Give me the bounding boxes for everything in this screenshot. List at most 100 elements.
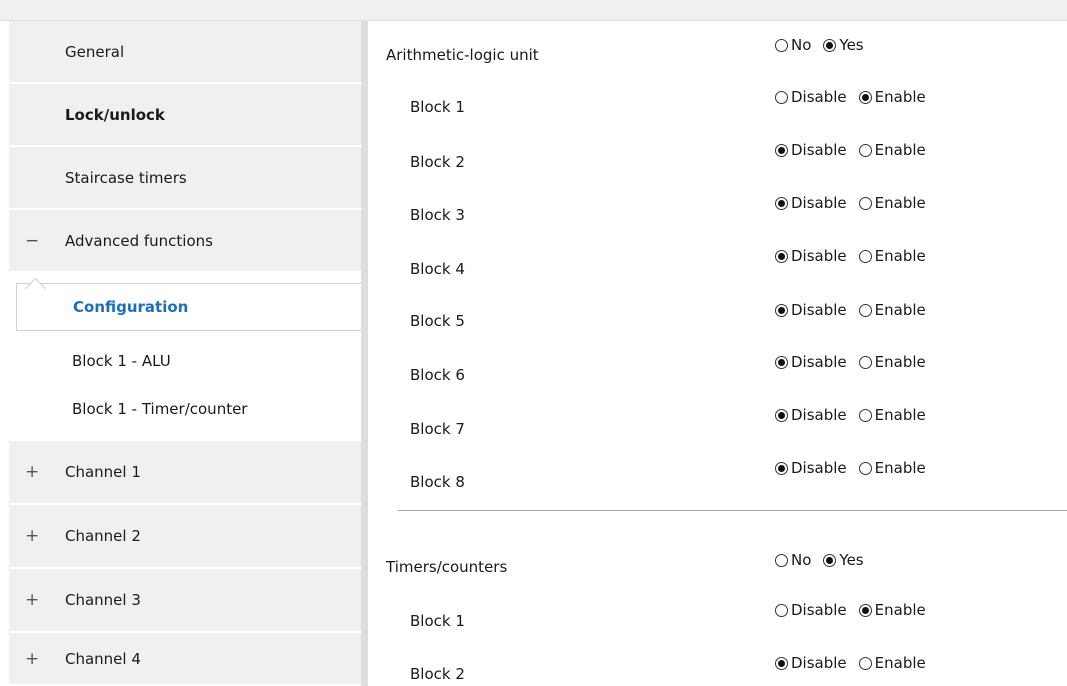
radio-option[interactable]: Disable [775,601,847,619]
radio-option[interactable]: Disable [775,247,847,265]
sidebar-subitem-label: Block 1 - Timer/counter [72,400,248,418]
radio-checked-icon[interactable] [775,303,788,317]
radio-unchecked-icon[interactable] [858,461,872,475]
radio-option[interactable]: Enable [858,247,926,265]
radio-option-label: Enable [874,88,926,106]
param-label: Block 7 [410,420,465,438]
radio-unchecked-icon[interactable] [775,90,788,104]
sidebar-item-lock-unlock[interactable]: Lock/unlock [9,84,361,147]
sidebar-item-label: Channel 4 [65,649,141,668]
radio-option[interactable]: Disable [775,141,847,159]
radio-option[interactable]: Enable [858,601,926,619]
radio-unchecked-icon[interactable] [858,408,872,422]
radio-option[interactable]: Disable [775,406,847,424]
radio-checked-icon[interactable] [775,355,788,369]
radio-checked-icon[interactable] [775,196,788,210]
section-divider [398,510,1067,511]
radio-option[interactable]: Enable [858,654,926,672]
sidebar-scrollbar[interactable] [361,21,368,686]
parameter-panel: Arithmetic-logic unit No Yes Block 1 Disable… [368,21,1067,686]
radio-option-label: Disable [791,353,847,371]
expand-icon[interactable]: + [25,649,39,669]
radio-option[interactable]: Enable [858,141,926,159]
radio-group: Disable Enable [775,194,926,212]
radio-option[interactable]: Disable [775,654,847,672]
collapse-icon[interactable]: − [25,231,39,251]
radio-checked-icon[interactable] [858,90,872,104]
radio-unchecked-icon[interactable] [858,249,872,263]
radio-checked-icon[interactable] [858,603,872,617]
radio-option[interactable]: Enable [858,406,926,424]
radio-unchecked-icon[interactable] [775,553,788,567]
radio-option-label: Disable [791,601,847,619]
radio-option-label: Enable [874,601,926,619]
sidebar-item-general[interactable]: General [9,21,361,84]
sidebar-item-channel-2[interactable]: + Channel 2 [9,505,361,569]
radio-option-label: Disable [791,654,847,672]
radio-checked-icon[interactable] [823,553,837,567]
sidebar-subitem-block1-timer-counter[interactable]: Block 1 - Timer/counter [16,385,368,433]
radio-group: Disable Enable [775,141,926,159]
sidebar-subitem-configuration[interactable]: Configuration [16,283,368,331]
param-label: Block 6 [410,366,465,384]
radio-option-label: No [791,551,812,569]
radio-option[interactable]: Disable [775,353,847,371]
radio-unchecked-icon[interactable] [858,196,872,210]
expand-icon[interactable]: + [25,526,39,546]
radio-group: Disable Enable [775,247,926,265]
top-bar [0,0,1067,21]
radio-option[interactable]: Enable [858,194,926,212]
timer-block-2-row: Block 2 Disable Enable [368,21,1067,683]
expand-icon[interactable]: + [25,590,39,610]
radio-option-label: Disable [791,301,847,319]
radio-unchecked-icon[interactable] [858,303,872,317]
sidebar-item-advanced-functions[interactable]: − Advanced functions [9,210,361,273]
radio-option[interactable]: Disable [775,301,847,319]
sidebar-item-label: Staircase timers [65,168,187,187]
radio-option[interactable]: Yes [823,551,864,569]
radio-option[interactable]: Disable [775,88,847,106]
radio-option[interactable]: No [775,551,811,569]
radio-option-label: Enable [874,301,926,319]
radio-option-label: Disable [791,88,847,106]
sidebar-item-channel-3[interactable]: + Channel 3 [9,569,361,633]
param-label: Block 1 [410,612,465,630]
radio-checked-icon[interactable] [775,461,788,475]
sidebar-item-channel-1[interactable]: + Channel 1 [9,441,361,505]
sidebar-item-label: General [65,42,125,61]
sidebar-subitem-label: Block 1 - ALU [72,352,171,370]
radio-option-label: Yes [839,551,864,569]
radio-option[interactable]: Enable [858,301,926,319]
radio-option[interactable]: Enable [858,353,926,371]
radio-checked-icon[interactable] [775,656,788,670]
param-label: Block 5 [410,312,465,330]
sidebar-item-label: Advanced functions [65,231,213,250]
radio-group: Disable Enable [775,654,926,672]
sidebar-subitem-block1-alu[interactable]: Block 1 - ALU [16,337,368,385]
sidebar-item-channel-4[interactable]: + Channel 4 [9,633,361,686]
radio-option-label: Enable [874,406,926,424]
param-label: Block 1 [410,98,465,116]
radio-unchecked-icon[interactable] [858,143,872,157]
radio-group: Disable Enable [775,301,926,319]
radio-group: Disable Enable [775,601,926,619]
sidebar-item-label: Channel 2 [65,527,141,545]
radio-unchecked-icon[interactable] [858,355,872,369]
radio-group: Disable Enable [775,406,926,424]
param-label: Block 3 [410,206,465,224]
radio-option[interactable]: Enable [858,459,926,477]
param-label: Block 4 [410,260,465,278]
sidebar-item-staircase-timers[interactable]: Staircase timers [9,147,361,210]
radio-option-label: Enable [874,654,926,672]
sidebar-subitem-label: Configuration [73,298,189,316]
radio-unchecked-icon[interactable] [858,656,872,670]
radio-unchecked-icon[interactable] [775,603,788,617]
radio-checked-icon[interactable] [775,249,788,263]
radio-option[interactable]: Disable [775,194,847,212]
radio-checked-icon[interactable] [775,143,788,157]
radio-option[interactable]: Disable [775,459,847,477]
radio-option-label: Enable [874,247,926,265]
radio-option[interactable]: Enable [858,88,926,106]
radio-checked-icon[interactable] [775,408,788,422]
expand-icon[interactable]: + [25,462,39,482]
